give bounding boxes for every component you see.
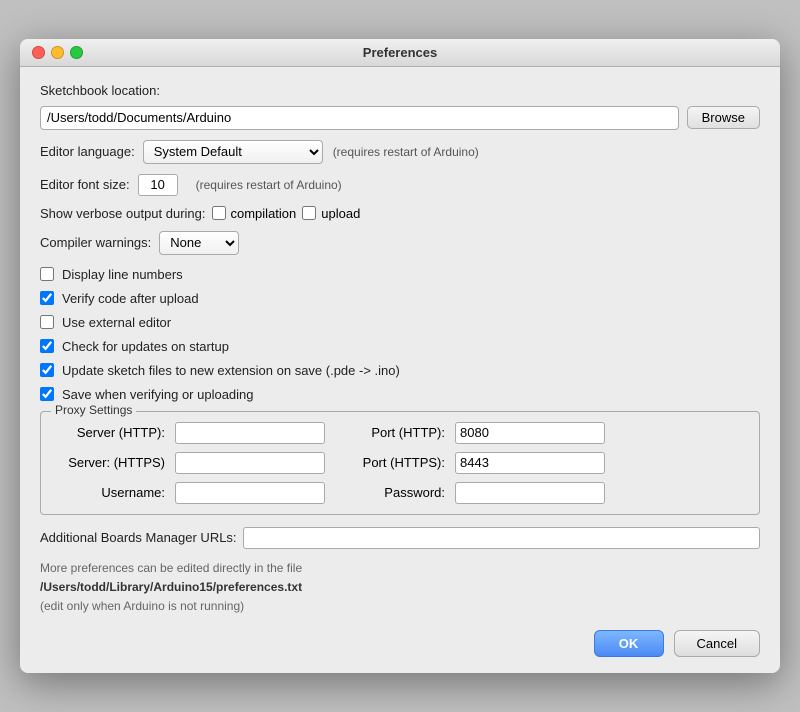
external-editor-row: Use external editor — [40, 315, 760, 330]
proxy-port-https-input[interactable] — [455, 452, 605, 474]
prefs-file-path: /Users/todd/Library/Arduino15/preference… — [40, 580, 302, 594]
sketchbook-label: Sketchbook location: — [40, 83, 160, 98]
upload-checkbox-item: upload — [302, 206, 360, 221]
editor-language-label: Editor language: — [40, 144, 135, 159]
proxy-port-http-label: Port (HTTP): — [335, 425, 445, 440]
proxy-username-label: Username: — [55, 485, 165, 500]
proxy-server-http-input[interactable] — [175, 422, 325, 444]
sketchbook-path-input[interactable] — [40, 106, 679, 130]
proxy-settings-box: Proxy Settings Server (HTTP): Port (HTTP… — [40, 411, 760, 515]
proxy-port-http-input[interactable] — [455, 422, 605, 444]
save-when-verifying-row: Save when verifying or uploading — [40, 387, 760, 402]
verbose-output-row: Show verbose output during: compilation … — [40, 206, 760, 221]
proxy-https-row: Server: (HTTPS) Port (HTTPS): — [55, 452, 745, 474]
close-button[interactable] — [32, 46, 45, 59]
proxy-server-http-label: Server (HTTP): — [55, 425, 165, 440]
preferences-content: Sketchbook location: Browse Editor langu… — [20, 67, 780, 674]
editor-language-select[interactable]: System Default — [143, 140, 323, 164]
proxy-password-label: Password: — [335, 485, 445, 500]
display-line-numbers-label: Display line numbers — [62, 267, 183, 282]
display-line-numbers-row: Display line numbers — [40, 267, 760, 282]
boards-manager-row: Additional Boards Manager URLs: — [40, 527, 760, 549]
verbose-label: Show verbose output during: — [40, 206, 206, 221]
check-updates-label: Check for updates on startup — [62, 339, 229, 354]
dialog-buttons-row: OK Cancel — [40, 630, 760, 657]
proxy-http-row: Server (HTTP): Port (HTTP): — [55, 422, 745, 444]
cancel-button[interactable]: Cancel — [674, 630, 760, 657]
compiler-warnings-row: Compiler warnings: None Default More All — [40, 231, 760, 255]
update-sketch-files-label: Update sketch files to new extension on … — [62, 363, 400, 378]
browse-button[interactable]: Browse — [687, 106, 760, 129]
prefs-file-line3: (edit only when Arduino is not running) — [40, 599, 244, 613]
minimize-button[interactable] — [51, 46, 64, 59]
display-line-numbers-checkbox[interactable] — [40, 267, 54, 281]
boards-manager-label: Additional Boards Manager URLs: — [40, 530, 237, 545]
verify-code-checkbox[interactable] — [40, 291, 54, 305]
editor-font-size-row: Editor font size: (requires restart of A… — [40, 174, 760, 196]
proxy-password-input[interactable] — [455, 482, 605, 504]
upload-label: upload — [321, 206, 360, 221]
font-size-input[interactable] — [138, 174, 178, 196]
proxy-auth-row: Username: Password: — [55, 482, 745, 504]
compiler-warnings-label: Compiler warnings: — [40, 235, 151, 250]
prefs-file-line1: More preferences can be edited directly … — [40, 561, 302, 575]
proxy-legend: Proxy Settings — [51, 403, 136, 417]
proxy-username-input[interactable] — [175, 482, 325, 504]
sketchbook-label-row: Sketchbook location: — [40, 83, 760, 98]
external-editor-label: Use external editor — [62, 315, 171, 330]
preferences-window: Preferences Sketchbook location: Browse … — [20, 39, 780, 674]
save-when-verifying-label: Save when verifying or uploading — [62, 387, 254, 402]
proxy-server-https-input[interactable] — [175, 452, 325, 474]
verify-code-row: Verify code after upload — [40, 291, 760, 306]
verify-code-label: Verify code after upload — [62, 291, 199, 306]
proxy-port-https-label: Port (HTTPS): — [335, 455, 445, 470]
compilation-checkbox-item: compilation — [212, 206, 297, 221]
window-title: Preferences — [363, 45, 437, 60]
editor-font-size-label: Editor font size: — [40, 177, 130, 192]
boards-manager-input[interactable] — [243, 527, 760, 549]
save-when-verifying-checkbox[interactable] — [40, 387, 54, 401]
font-restart-note: (requires restart of Arduino) — [196, 178, 342, 192]
editor-language-row: Editor language: System Default (require… — [40, 140, 760, 164]
ok-button[interactable]: OK — [594, 630, 664, 657]
prefs-file-info: More preferences can be edited directly … — [40, 559, 760, 617]
check-updates-row: Check for updates on startup — [40, 339, 760, 354]
language-restart-note: (requires restart of Arduino) — [333, 145, 479, 159]
check-updates-checkbox[interactable] — [40, 339, 54, 353]
sketchbook-path-row: Browse — [40, 106, 760, 130]
proxy-server-https-label: Server: (HTTPS) — [55, 455, 165, 470]
update-sketch-files-checkbox[interactable] — [40, 363, 54, 377]
compilation-checkbox[interactable] — [212, 206, 226, 220]
compilation-label: compilation — [231, 206, 297, 221]
traffic-lights — [32, 46, 83, 59]
titlebar: Preferences — [20, 39, 780, 67]
external-editor-checkbox[interactable] — [40, 315, 54, 329]
maximize-button[interactable] — [70, 46, 83, 59]
compiler-warnings-select[interactable]: None Default More All — [159, 231, 239, 255]
upload-checkbox[interactable] — [302, 206, 316, 220]
update-sketch-files-row: Update sketch files to new extension on … — [40, 363, 760, 378]
